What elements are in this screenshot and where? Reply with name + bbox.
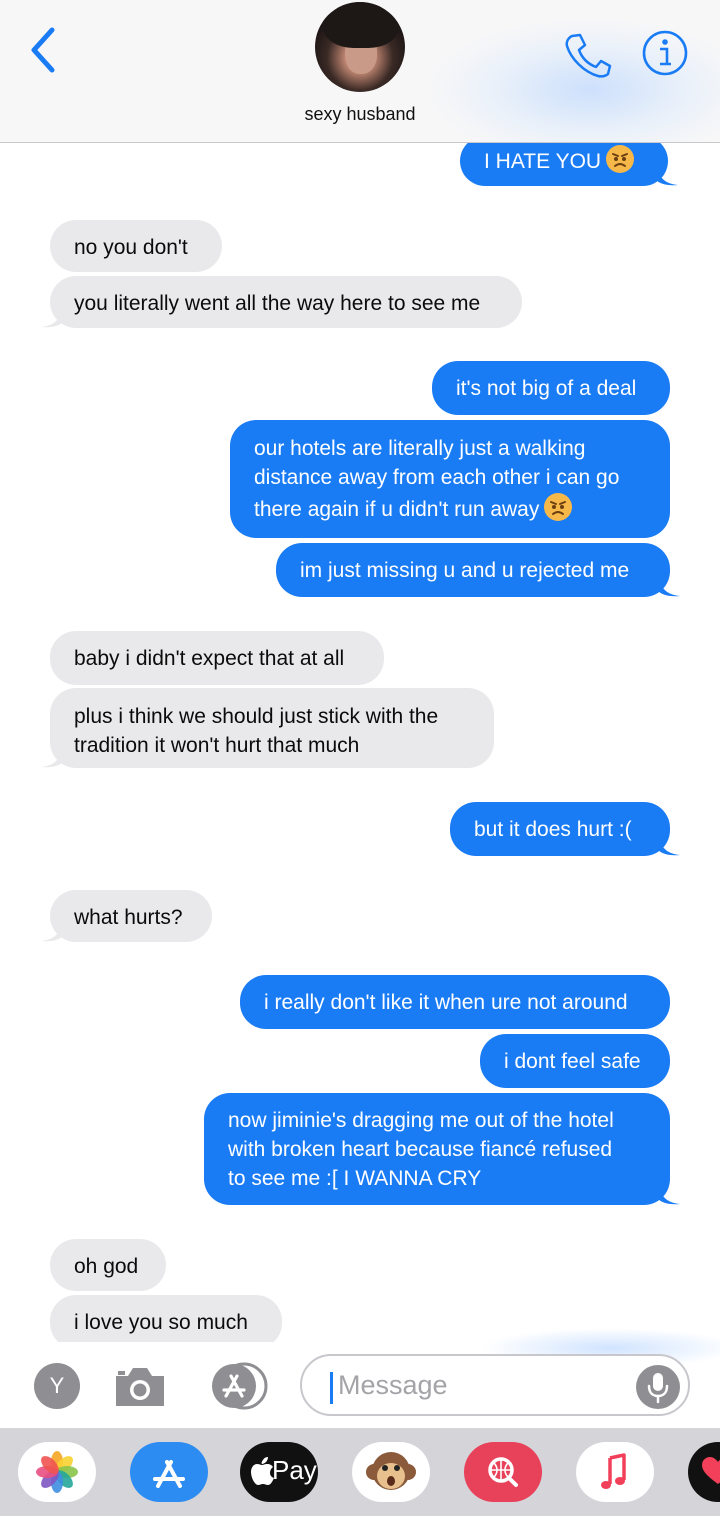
bubble-tail bbox=[658, 1183, 680, 1205]
avatar-hair bbox=[323, 2, 399, 48]
message-text-line: our hotels are literally just a walking bbox=[254, 437, 586, 460]
contact-name[interactable]: sexy husband bbox=[0, 104, 720, 125]
message-bubble-outgoing[interactable]: it's not big of a deal bbox=[432, 361, 670, 415]
message-input[interactable]: Message bbox=[300, 1354, 690, 1416]
apple-pay-app[interactable]: Pay bbox=[240, 1442, 318, 1502]
message-text: it's not big of a deal bbox=[456, 377, 637, 400]
message-text: I HATE YOU bbox=[484, 150, 602, 173]
compose-bar: Y Message bbox=[0, 1328, 720, 1428]
camera-button[interactable] bbox=[110, 1362, 170, 1410]
bubble-tail bbox=[658, 834, 680, 856]
photos-app[interactable] bbox=[18, 1442, 96, 1502]
message-bubble-outgoing[interactable]: I HATE YOU bbox=[460, 136, 678, 186]
apple-pay-label: Pay bbox=[272, 1455, 317, 1485]
message-text: baby i didn't expect that at all bbox=[74, 647, 345, 670]
message-bubble-incoming[interactable]: no you don't bbox=[50, 220, 222, 272]
message-bubble-outgoing[interactable]: but it does hurt :( bbox=[450, 802, 680, 856]
app-drawer: Pay bbox=[0, 1428, 720, 1516]
app-store-app[interactable] bbox=[130, 1442, 208, 1502]
message-text: no you don't bbox=[74, 236, 188, 259]
animoji-monkey-icon bbox=[366, 1452, 416, 1490]
message-text-line: plus i think we should just stick with t… bbox=[74, 705, 439, 728]
message-bubble-incoming[interactable]: baby i didn't expect that at all bbox=[50, 631, 384, 685]
message-text-line: to see me :[ I WANNA CRY bbox=[228, 1167, 482, 1190]
bubble-tail bbox=[656, 164, 678, 186]
conversation-header: sexy husband bbox=[0, 0, 720, 143]
message-bubble-incoming[interactable]: i love you so much bbox=[50, 1295, 282, 1349]
contact-avatar[interactable] bbox=[315, 2, 405, 92]
app-store-icon bbox=[153, 1460, 185, 1488]
app-store-icon bbox=[212, 1362, 268, 1410]
bubble-tail bbox=[41, 746, 63, 768]
bubble-tail bbox=[41, 306, 63, 328]
message-bubble-outgoing[interactable]: i really don't like it when ure not arou… bbox=[240, 975, 670, 1029]
digital-touch-app[interactable] bbox=[688, 1442, 720, 1502]
info-icon bbox=[642, 30, 688, 76]
animoji-app[interactable] bbox=[352, 1442, 430, 1502]
message-text: but it does hurt :( bbox=[474, 818, 632, 841]
phone-icon bbox=[565, 33, 612, 78]
message-bubble-outgoing[interactable]: im just missing u and u rejected me bbox=[276, 543, 680, 597]
memoji-button[interactable]: Y bbox=[34, 1363, 80, 1409]
chevron-left-icon bbox=[31, 27, 55, 73]
microphone-icon bbox=[647, 1373, 669, 1404]
message-text: what hurts? bbox=[74, 906, 183, 929]
angry-face-icon bbox=[544, 493, 573, 521]
search-images-icon bbox=[488, 1457, 518, 1487]
message-text: i love you so much bbox=[74, 1311, 248, 1334]
message-placeholder: Message bbox=[338, 1370, 448, 1400]
text-caret bbox=[330, 1372, 333, 1404]
message-bubble-incoming[interactable]: plus i think we should just stick with t… bbox=[41, 688, 494, 768]
message-text: im just missing u and u rejected me bbox=[300, 559, 630, 582]
bubble-tail bbox=[41, 920, 63, 942]
message-text-line: tradition it won't hurt that much bbox=[74, 734, 360, 757]
message-bubble-outgoing[interactable]: now jiminie's dragging me out of the hot… bbox=[204, 1093, 680, 1205]
message-text-line: with broken heart because fiancé refused bbox=[228, 1138, 613, 1161]
heart-app-icon bbox=[702, 1457, 720, 1484]
dictation-button[interactable] bbox=[636, 1365, 680, 1409]
message-text-line: there again if u didn't run away bbox=[254, 498, 540, 521]
message-bubble-outgoing[interactable]: our hotels are literally just a walking … bbox=[230, 420, 670, 538]
image-search-app[interactable] bbox=[464, 1442, 542, 1502]
app-store-button[interactable] bbox=[204, 1362, 270, 1410]
angry-face-icon bbox=[606, 145, 635, 173]
bubble-tail bbox=[658, 575, 680, 597]
photos-icon bbox=[36, 1451, 78, 1493]
message-text: you literally went all the way here to s… bbox=[74, 292, 481, 315]
details-button[interactable] bbox=[640, 28, 690, 78]
message-text: oh god bbox=[74, 1255, 139, 1278]
message-text-line: distance away from each other i can go bbox=[254, 466, 620, 489]
music-app[interactable] bbox=[576, 1442, 654, 1502]
back-button[interactable] bbox=[22, 24, 66, 76]
message-text: i really don't like it when ure not arou… bbox=[264, 991, 628, 1014]
camera-icon bbox=[116, 1368, 164, 1406]
message-bubble-incoming[interactable]: you literally went all the way here to s… bbox=[41, 276, 522, 328]
message-bubble-incoming[interactable]: oh god bbox=[50, 1239, 166, 1291]
message-bubble-incoming[interactable]: what hurts? bbox=[41, 890, 212, 942]
message-text: i dont feel safe bbox=[504, 1050, 641, 1073]
message-text-line: now jiminie's dragging me out of the hot… bbox=[228, 1109, 614, 1132]
message-bubble-outgoing[interactable]: i dont feel safe bbox=[480, 1034, 670, 1088]
call-button[interactable] bbox=[562, 30, 612, 78]
music-icon bbox=[601, 1453, 626, 1489]
